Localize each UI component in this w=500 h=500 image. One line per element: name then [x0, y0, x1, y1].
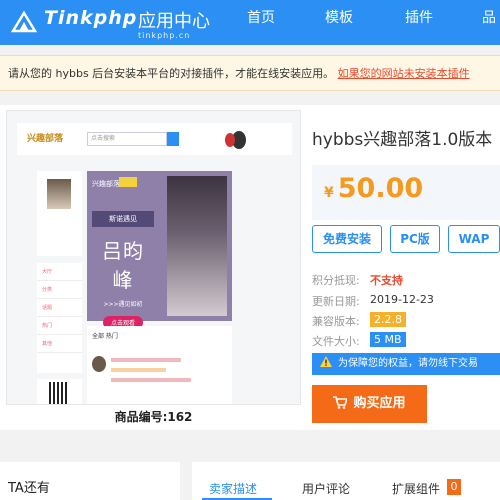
- info-label: 更新日期:: [312, 295, 360, 308]
- preview-feed-line: [111, 358, 181, 362]
- seller-more-panel: TA还有: [0, 462, 180, 500]
- preview-banner-name: 吕昀峰: [102, 239, 144, 292]
- product-title: hybbs兴趣部落1.0版本: [312, 130, 493, 150]
- info-label: 积分抵现:: [312, 274, 360, 287]
- logo-icon: [10, 10, 38, 33]
- site-logo[interactable]: Tinkphp 应用中心 tinkphp.cn: [10, 5, 210, 41]
- preview-feed-avatar: [92, 356, 106, 372]
- tab-user-comments[interactable]: 用户评论: [302, 480, 350, 497]
- preview-feed-line: [111, 378, 191, 382]
- price: ¥50.00: [324, 173, 423, 204]
- warning-icon: [320, 356, 332, 367]
- update-date-value: 2019-12-23: [370, 293, 434, 306]
- logo-text: Tinkphp: [44, 7, 138, 29]
- preview-banner-badge: [119, 177, 137, 187]
- price-value: 50.00: [337, 173, 424, 204]
- top-navigation-bar: Tinkphp 应用中心 tinkphp.cn 首页 模板 插件 品: [0, 0, 500, 45]
- preview-logo: 兴趣部落: [27, 134, 64, 144]
- nav-home[interactable]: 首页: [247, 7, 275, 27]
- preview-menu-item: 分类: [37, 281, 82, 299]
- preview-feed: 全部 热门: [87, 326, 232, 404]
- preview-header: 兴趣部落 点击搜索: [17, 123, 292, 155]
- buy-label: 购买应用: [353, 396, 406, 411]
- tab-seller-description[interactable]: 卖家描述: [209, 480, 257, 497]
- warning-text: 为保障您的权益，请勿线下交易: [338, 358, 478, 369]
- preview-menu-item: 话题: [37, 299, 82, 317]
- nav-more[interactable]: 品: [482, 7, 496, 27]
- preview-banner-text: 斯诺遇见 吕昀峰 >>>遇见如初 点击观看: [92, 211, 154, 329]
- preview-menu-item: 热门: [37, 317, 82, 335]
- product-screenshot[interactable]: 兴趣部落 点击搜索 大厅 分类 话题 热门 其他 兴趣部落 斯诺遇见 吕昀峰 >…: [6, 110, 301, 405]
- nav-templates[interactable]: 模板: [325, 7, 353, 27]
- file-size-badge: 5 MB: [370, 332, 406, 347]
- preview-menu-item: 其他: [37, 335, 82, 353]
- preview-search-button: [167, 132, 179, 146]
- preview-banner-photo: [167, 176, 227, 316]
- preview-profile-photo: [47, 179, 71, 209]
- preview-banner-sub: >>>遇见如初: [103, 301, 143, 308]
- nav-plugins[interactable]: 插件: [405, 7, 433, 27]
- extensions-count-badge: 0: [447, 479, 461, 495]
- buy-app-button[interactable]: 购买应用: [312, 385, 427, 423]
- preview-menu-item: 大厅: [37, 263, 82, 281]
- qr-code-icon: [49, 382, 69, 404]
- preview-user-icon: [225, 133, 235, 147]
- tab-extensions[interactable]: 扩展组件: [392, 480, 440, 497]
- preview-feed-line: [111, 368, 166, 372]
- price-currency: ¥: [324, 185, 334, 201]
- info-label: 兼容版本:: [312, 315, 360, 328]
- preview-banner-top: 斯诺遇见: [92, 211, 154, 227]
- product-panel: 兴趣部落 点击搜索 大厅 分类 话题 热门 其他 兴趣部落 斯诺遇见 吕昀峰 >…: [0, 105, 500, 430]
- cart-icon: [333, 396, 348, 409]
- version-value: 2.2.8: [370, 312, 406, 327]
- info-label: 文件大小:: [312, 335, 360, 348]
- preview-menu: 大厅 分类 话题 热门 其他: [37, 263, 82, 373]
- notice-link[interactable]: 如果您的网站未安装本插件: [338, 67, 470, 80]
- preview-feed-tabs: 全部 热门: [92, 333, 118, 340]
- seller-more-title: TA还有: [8, 481, 50, 496]
- preview-qr-card: [37, 379, 82, 404]
- security-warning: 为保障您的权益，请勿线下交易: [312, 353, 500, 375]
- logo-subtitle: 应用中心: [138, 11, 210, 32]
- preview-search: 点击搜索: [87, 132, 167, 146]
- notice-text: 请从您的 hybbs 后台安装本平台的对接插件，才能在线安装应用。: [8, 67, 335, 80]
- logo-domain: tinkphp.cn: [138, 31, 191, 40]
- install-notice: 请从您的 hybbs 后台安装本平台的对接插件，才能在线安装应用。 如果您的网站…: [0, 55, 500, 91]
- wap-version-button[interactable]: WAP: [448, 225, 500, 253]
- product-id-caption: 商品编号:162: [114, 410, 193, 424]
- file-size-value: 5 MB: [370, 332, 406, 347]
- price-box: ¥50.00: [312, 165, 500, 220]
- preview-banner: 兴趣部落 斯诺遇见 吕昀峰 >>>遇见如初 点击观看: [87, 171, 232, 329]
- detail-tabs: 卖家描述 用户评论 扩展组件 0: [192, 462, 500, 500]
- free-install-button[interactable]: 免费安装: [312, 225, 382, 253]
- preview-profile-card: [37, 171, 82, 256]
- points-value: 不支持: [370, 274, 403, 287]
- preview-banner-brand: 兴趣部落: [92, 180, 120, 188]
- version-badge: 2.2.8: [370, 312, 406, 327]
- pc-version-button[interactable]: PC版: [390, 225, 440, 253]
